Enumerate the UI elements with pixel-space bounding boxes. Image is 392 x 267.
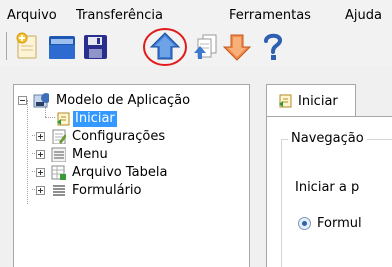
tree-item-formulario[interactable]: Formulário bbox=[14, 182, 244, 200]
open-button[interactable] bbox=[46, 26, 76, 66]
form-radio-label[interactable]: Formul bbox=[317, 216, 362, 231]
tree-item-configuracoes[interactable]: Configurações bbox=[14, 128, 244, 146]
expand-icon[interactable] bbox=[36, 150, 45, 159]
expand-icon[interactable] bbox=[36, 132, 45, 141]
tree-item-menu[interactable]: Menu bbox=[14, 146, 244, 164]
menu-transferencia[interactable]: Transferência bbox=[76, 9, 163, 23]
save-button[interactable] bbox=[80, 26, 110, 66]
menu-arquivo[interactable]: Arquivo bbox=[7, 9, 57, 23]
toolbar-grip bbox=[6, 32, 7, 60]
group-title: Navegação bbox=[288, 131, 367, 146]
tree-root-label: Modelo de Aplicação bbox=[56, 93, 191, 108]
help-button[interactable] bbox=[257, 26, 287, 66]
expand-icon[interactable] bbox=[36, 186, 45, 195]
tab-content: Navegação Iniciar a p Formul bbox=[266, 116, 392, 267]
download-arrow-icon bbox=[222, 34, 252, 61]
tree-item-label: Menu bbox=[72, 147, 108, 162]
documents-button[interactable] bbox=[190, 26, 220, 66]
application-icon bbox=[33, 93, 49, 108]
settings-document-icon bbox=[52, 129, 66, 144]
menu-ferramentas[interactable]: Ferramentas bbox=[229, 9, 311, 23]
new-button[interactable] bbox=[12, 26, 42, 66]
collapse-icon[interactable] bbox=[18, 96, 27, 105]
menu-bar: Arquivo Transferência Ferramentas Ajuda bbox=[0, 0, 392, 26]
table-file-icon bbox=[51, 165, 66, 180]
save-icon bbox=[84, 35, 107, 59]
documents-stack-icon bbox=[194, 34, 217, 59]
tree-item-label: Configurações bbox=[72, 129, 166, 144]
upload-button[interactable] bbox=[142, 26, 188, 66]
new-icon bbox=[16, 32, 37, 59]
editor-panel: Iniciar Navegação Iniciar a p Formul bbox=[263, 84, 392, 267]
expand-icon[interactable] bbox=[36, 168, 45, 177]
tree-item-root[interactable]: Modelo de Aplicação bbox=[14, 92, 244, 110]
start-page-icon bbox=[57, 112, 70, 126]
download-button[interactable] bbox=[222, 26, 252, 66]
tree-item-label: Arquivo Tabela bbox=[72, 165, 168, 180]
upload-arrow-icon bbox=[143, 28, 187, 66]
form-radio[interactable] bbox=[298, 217, 311, 230]
toolbar bbox=[0, 26, 392, 66]
start-page-icon bbox=[279, 94, 292, 108]
menu-ajuda[interactable]: Ajuda bbox=[345, 9, 382, 23]
tree-item-arquivo-tabela[interactable]: Arquivo Tabela bbox=[14, 164, 244, 182]
menu-list-icon bbox=[51, 147, 66, 162]
tree-item-label: Iniciar bbox=[73, 111, 117, 127]
start-description: Iniciar a p bbox=[295, 180, 360, 195]
help-icon bbox=[264, 33, 282, 60]
tree-panel: Modelo de Aplicação Iniciar Configuraçõe… bbox=[13, 84, 250, 267]
form-icon bbox=[53, 185, 65, 196]
open-folder-icon bbox=[49, 36, 75, 59]
tree-item-iniciar[interactable]: Iniciar bbox=[14, 110, 244, 128]
navigation-group: Navegação Iniciar a p Formul bbox=[281, 131, 392, 267]
tree-item-label: Formulário bbox=[72, 183, 142, 198]
tab-iniciar[interactable]: Iniciar bbox=[266, 84, 356, 117]
tab-label: Iniciar bbox=[298, 94, 338, 109]
